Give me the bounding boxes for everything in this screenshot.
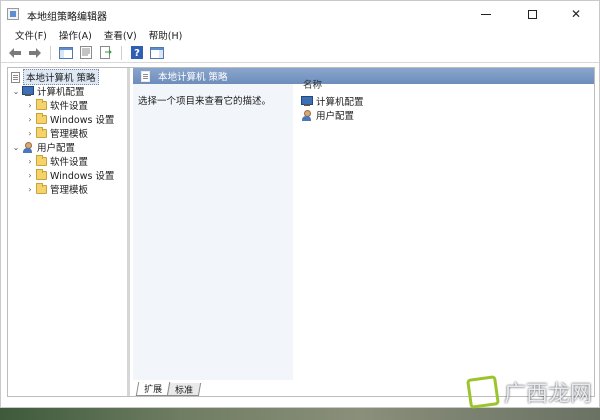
watermark-logo-icon (466, 375, 500, 409)
close-icon: ✕ (570, 7, 582, 21)
tree-item-label: Windows 设置 (50, 115, 115, 126)
tree-item-user-windows-settings[interactable]: › Windows 设置 (26, 168, 114, 182)
properties-button[interactable] (78, 45, 94, 61)
show-hide-action-pane-icon (150, 46, 164, 59)
tree-item-label: 计算机配置 (37, 87, 85, 98)
menu-view[interactable]: 查看(V) (98, 27, 143, 43)
maximize-button[interactable] (509, 1, 555, 27)
tree-item-label: 软件设置 (50, 101, 89, 112)
maximize-icon (527, 9, 537, 19)
tab-label: 扩展 (144, 385, 163, 395)
list-item-computer-config[interactable]: 计算机配置 (301, 94, 364, 108)
back-arrow-icon (9, 47, 21, 58)
minimize-icon (481, 13, 491, 15)
properties-icon (80, 46, 92, 59)
svg-text:?: ? (134, 48, 140, 59)
description-panel: 选择一个项目来查看它的描述。 (133, 84, 293, 380)
folder-icon (36, 182, 47, 194)
show-hide-tree-icon (59, 46, 73, 59)
folder-icon (36, 112, 47, 124)
chevron-right-icon[interactable]: › (26, 115, 34, 124)
title-bar[interactable]: 本地组策略编辑器 ✕ (1, 1, 599, 27)
tree-item-user-config[interactable]: ⌄ 用户配置 (12, 140, 75, 154)
list-item-label: 用户配置 (316, 111, 355, 122)
user-icon (22, 141, 34, 153)
chevron-right-icon[interactable]: › (26, 157, 34, 166)
tree-item-label: 本地计算机 策略 (23, 69, 99, 85)
chevron-right-icon[interactable]: › (26, 129, 34, 138)
menu-bar: 文件(F) 操作(A) 查看(V) 帮助(H) (1, 27, 599, 43)
toolbar-separator (50, 45, 51, 60)
list-item-label: 计算机配置 (316, 97, 364, 108)
toolbar-separator (121, 45, 122, 60)
tree-item-label: 管理模板 (50, 185, 89, 196)
tree-item-user-software-settings[interactable]: › 软件设置 (26, 154, 88, 168)
app-icon (7, 8, 19, 20)
computer-icon (22, 86, 34, 96)
tree-item-label: 软件设置 (50, 157, 89, 168)
detail-header-title: 本地计算机 策略 (158, 72, 228, 83)
tab-extended[interactable]: 扩展 (135, 382, 171, 396)
user-icon (301, 109, 313, 121)
tree-item-label: 管理模板 (50, 129, 89, 140)
menu-action[interactable]: 操作(A) (53, 27, 98, 43)
tree-item-computer-windows-settings[interactable]: › Windows 设置 (26, 112, 114, 126)
tree-item-label: 用户配置 (37, 143, 76, 154)
tree-item-user-admin-templates[interactable]: › 管理模板 (26, 182, 88, 196)
forward-arrow-icon (29, 47, 41, 58)
export-list-icon (99, 46, 112, 59)
chevron-right-icon[interactable]: › (26, 101, 34, 110)
column-header-name[interactable]: 名称 (303, 77, 322, 91)
back-button[interactable] (7, 45, 23, 61)
menu-file[interactable]: 文件(F) (9, 27, 53, 43)
detail-header: 本地计算机 策略 (133, 68, 594, 84)
help-icon: ? (131, 46, 143, 59)
computer-icon (301, 96, 313, 106)
watermark-text: 广西龙网 (504, 382, 593, 407)
export-list-button[interactable] (98, 45, 114, 61)
folder-icon (36, 98, 47, 110)
tree-item-root[interactable]: 本地计算机 策略 (11, 69, 99, 85)
minimize-button[interactable] (463, 1, 509, 27)
tree-item-computer-admin-templates[interactable]: › 管理模板 (26, 126, 88, 140)
tree-pane[interactable]: 本地计算机 策略 ⌄ 计算机配置 › 软件设置 › Windows 设置 › 管… (8, 68, 130, 396)
tab-label: 标准 (175, 386, 194, 396)
tree-item-label: Windows 设置 (50, 171, 115, 182)
list-item-user-config[interactable]: 用户配置 (301, 108, 354, 122)
description-text: 选择一个项目来查看它的描述。 (138, 96, 272, 107)
folder-icon (36, 154, 47, 166)
policy-document-icon (141, 70, 150, 82)
watermark: 广西龙网 (466, 372, 596, 412)
show-hide-action-pane-button[interactable] (149, 45, 165, 61)
detail-pane: 本地计算机 策略 选择一个项目来查看它的描述。 名称 计算机配置 用户配置 扩展… (133, 68, 594, 396)
folder-icon (36, 126, 47, 138)
toolbar: ? (1, 43, 599, 63)
show-hide-tree-button[interactable] (58, 45, 74, 61)
tree-item-computer-software-settings[interactable]: › 软件设置 (26, 98, 88, 112)
menu-help[interactable]: 帮助(H) (143, 27, 189, 43)
group-policy-editor-window: 本地组策略编辑器 ✕ 文件(F) 操作(A) 查看(V) 帮助(H) ? 本地计… (0, 0, 600, 408)
chevron-right-icon[interactable]: › (26, 185, 34, 194)
window-title: 本地组策略编辑器 (27, 12, 107, 23)
help-button[interactable]: ? (129, 45, 145, 61)
close-button[interactable]: ✕ (553, 1, 599, 27)
tree-item-computer-config[interactable]: ⌄ 计算机配置 (12, 84, 85, 98)
forward-button[interactable] (27, 45, 43, 61)
tab-standard[interactable]: 标准 (166, 383, 202, 396)
chevron-down-icon[interactable]: ⌄ (12, 143, 20, 152)
policy-document-icon (11, 71, 20, 83)
chevron-down-icon[interactable]: ⌄ (12, 87, 20, 96)
chevron-right-icon[interactable]: › (26, 171, 34, 180)
console-content: 本地计算机 策略 ⌄ 计算机配置 › 软件设置 › Windows 设置 › 管… (7, 67, 595, 397)
folder-icon (36, 168, 47, 180)
